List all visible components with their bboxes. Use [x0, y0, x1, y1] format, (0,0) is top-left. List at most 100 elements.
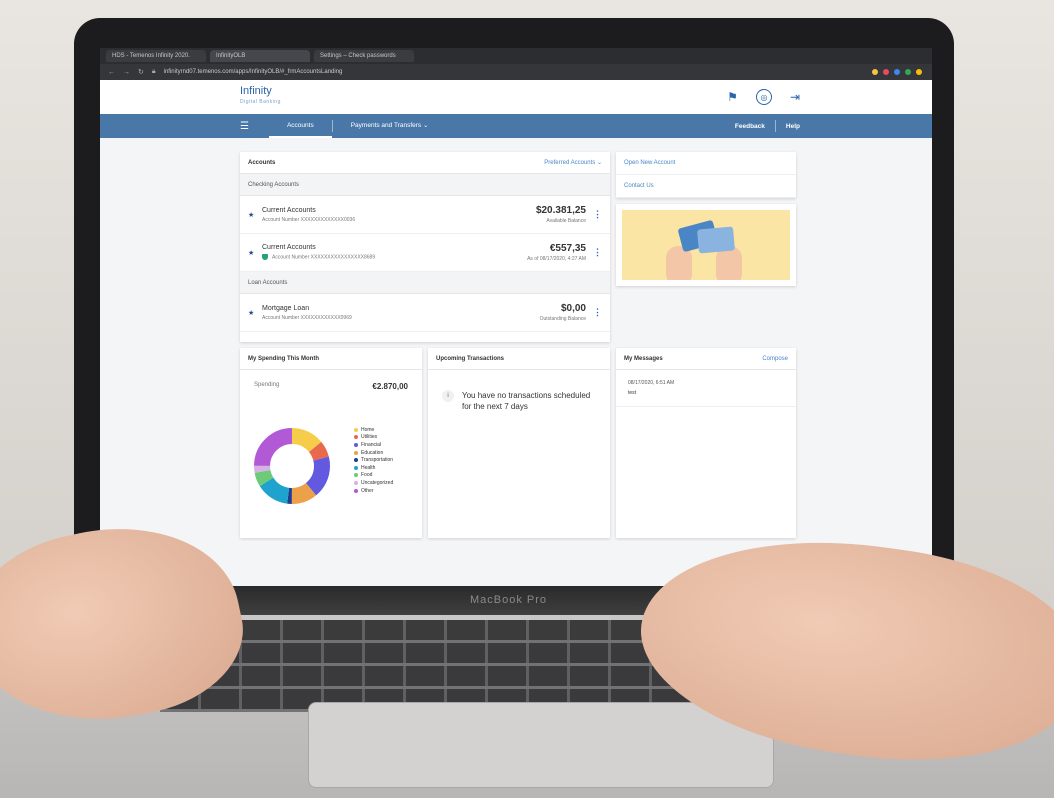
account-number: Account Number XXXXXXXXXXXX0969 — [262, 314, 352, 321]
more-options-icon[interactable]: ⋮ — [593, 209, 602, 220]
contact-us-link[interactable]: Contact Us — [616, 175, 796, 198]
notification-icon[interactable]: ⚑ — [727, 90, 738, 104]
spending-donut-chart[interactable] — [252, 426, 332, 506]
logo-subtitle: Digital Banking — [240, 99, 281, 105]
credit-card-illustration — [697, 226, 735, 254]
legend-swatch — [354, 442, 358, 447]
upcoming-header: Upcoming Transactions — [428, 348, 610, 370]
message-item[interactable]: 08/17/2020, 6:51 AM test — [616, 370, 796, 407]
legend-swatch — [354, 427, 358, 432]
spending-legend: Home Utilities Financial Education Transport… — [354, 426, 393, 494]
forward-icon[interactable]: → — [123, 69, 130, 76]
legend-item: Utilities — [354, 434, 393, 442]
accounts-card-header: Accounts Preferred Accounts ⌄ — [240, 152, 610, 174]
feedback-link[interactable]: Feedback — [735, 123, 765, 130]
browser-tab-active[interactable]: InfinityOLB — [210, 50, 310, 62]
back-icon[interactable]: ← — [108, 69, 115, 76]
browser-tab-bar: HDS - Temenos Infinity 2020. InfinityOLB… — [100, 48, 932, 64]
address-bar[interactable]: ← → ↻ 🔒︎ infinityrnd07.temenos.com/apps/… — [100, 64, 932, 80]
payments-label: Payments and Transfers — [350, 122, 422, 129]
account-info: Current Accounts Account Number XXXXXXXX… — [262, 244, 375, 261]
legend-label: Uncategorized — [361, 479, 394, 486]
legend-swatch — [354, 450, 358, 455]
tab-accounts[interactable]: Accounts — [268, 114, 332, 138]
more-options-icon[interactable]: ⋮ — [593, 307, 602, 318]
legend-item: Health — [354, 464, 393, 472]
spending-label: Spending — [254, 382, 280, 388]
legend-label: Home — [361, 426, 375, 433]
account-name[interactable]: Mortgage Loan — [262, 305, 352, 312]
extension-icon[interactable] — [905, 69, 911, 75]
shield-icon — [262, 254, 268, 261]
favorite-star-icon[interactable]: ★ — [248, 211, 262, 219]
account-name[interactable]: Current Accounts — [262, 207, 355, 214]
loan-accounts-header: Loan Accounts — [240, 272, 610, 294]
legend-item: Other — [354, 487, 393, 495]
account-number: Account Number XXXXXXXXXXXXX0036 — [262, 216, 356, 223]
account-row[interactable]: ★ Current Accounts Account Number XXXXXX… — [240, 196, 610, 234]
spending-title: My Spending This Month — [248, 355, 319, 362]
header-icons: ⚑ ◎ ⇥ — [727, 89, 800, 105]
preferred-label: Preferred Accounts — [544, 160, 596, 166]
more-options-icon[interactable]: ⋮ — [593, 247, 602, 258]
legend-item: Education — [354, 449, 393, 457]
legend-swatch — [354, 458, 358, 463]
upcoming-transactions-card: Upcoming Transactions i You have no tran… — [428, 348, 610, 538]
account-name[interactable]: Current Accounts — [262, 244, 375, 251]
url-text[interactable]: infinityrnd07.temenos.com/apps/InfinityO… — [164, 69, 343, 75]
favorite-star-icon[interactable]: ★ — [248, 309, 262, 317]
legend-item: Financial — [354, 441, 393, 449]
extension-icon[interactable] — [894, 69, 900, 75]
spending-amount: €2.870,00 — [372, 382, 408, 391]
extension-icon[interactable] — [872, 69, 878, 75]
legend-item: Food — [354, 472, 393, 480]
main-nav: ☰ Accounts Payments and Transfers ⌄ Feed… — [100, 114, 932, 138]
balance-value: €557,35 — [549, 243, 586, 254]
logout-icon[interactable]: ⇥ — [790, 90, 800, 104]
spending-card: My Spending This Month Spending €2.870,0… — [240, 348, 422, 538]
browser-tab[interactable]: Settings – Check passwords — [314, 50, 414, 62]
hamburger-menu-icon[interactable]: ☰ — [240, 121, 249, 132]
chevron-down-icon: ⌄ — [596, 160, 602, 166]
preferred-accounts-dropdown[interactable]: Preferred Accounts ⌄ — [544, 159, 602, 166]
device-brand: MacBook Pro — [470, 594, 548, 606]
reload-icon[interactable]: ↻ — [138, 68, 144, 76]
nav-right: Feedback Help — [735, 120, 800, 132]
account-info: Mortgage Loan Account Number XXXXXXXXXXX… — [262, 305, 352, 321]
infinity-logo[interactable]: Infinity Digital Banking — [240, 86, 281, 108]
legend-swatch — [354, 435, 358, 440]
open-new-account-link[interactable]: Open New Account — [616, 152, 796, 175]
message-date: 08/17/2020, 6:51 AM — [628, 380, 675, 386]
legend-label: Other — [361, 487, 374, 494]
profile-icon[interactable]: ◎ — [755, 89, 772, 105]
legend-label: Education — [361, 449, 384, 456]
lock-icon: 🔒︎ — [151, 68, 156, 75]
legend-label: Transportation — [361, 457, 394, 464]
extension-icons — [872, 69, 932, 75]
upcoming-message: You have no transactions scheduled for t… — [462, 391, 591, 411]
messages-title: My Messages — [624, 355, 663, 362]
tab-payments-and-transfers[interactable]: Payments and Transfers ⌄ — [333, 114, 447, 138]
help-link[interactable]: Help — [786, 123, 800, 130]
messages-header: My Messages Compose — [616, 348, 796, 370]
legend-item: Transportation — [354, 456, 393, 464]
legend-label: Financial — [361, 441, 382, 448]
legend-swatch — [354, 488, 358, 493]
legend-swatch — [354, 465, 358, 470]
browser-tab[interactable]: HDS - Temenos Infinity 2020. — [106, 50, 206, 62]
legend-swatch — [354, 473, 358, 478]
upcoming-title: Upcoming Transactions — [436, 355, 505, 362]
quick-links-card: Open New Account Contact Us — [616, 152, 796, 198]
account-row[interactable]: ★ Current Accounts Account Number XXXXXX… — [240, 234, 610, 272]
legend-item: Uncategorized — [354, 479, 393, 487]
promo-banner[interactable] — [616, 204, 796, 286]
info-icon: i — [442, 390, 454, 402]
account-row[interactable]: ★ Mortgage Loan Account Number XXXXXXXXX… — [240, 294, 610, 332]
favorite-star-icon[interactable]: ★ — [248, 249, 262, 257]
balance-value: $20.381,25 — [535, 205, 586, 216]
extension-icon[interactable] — [883, 69, 889, 75]
messages-card: My Messages Compose 08/17/2020, 6:51 AM … — [616, 348, 796, 538]
legend-item: Home — [354, 426, 393, 434]
compose-link[interactable]: Compose — [762, 356, 788, 362]
extension-icon[interactable] — [916, 69, 922, 75]
